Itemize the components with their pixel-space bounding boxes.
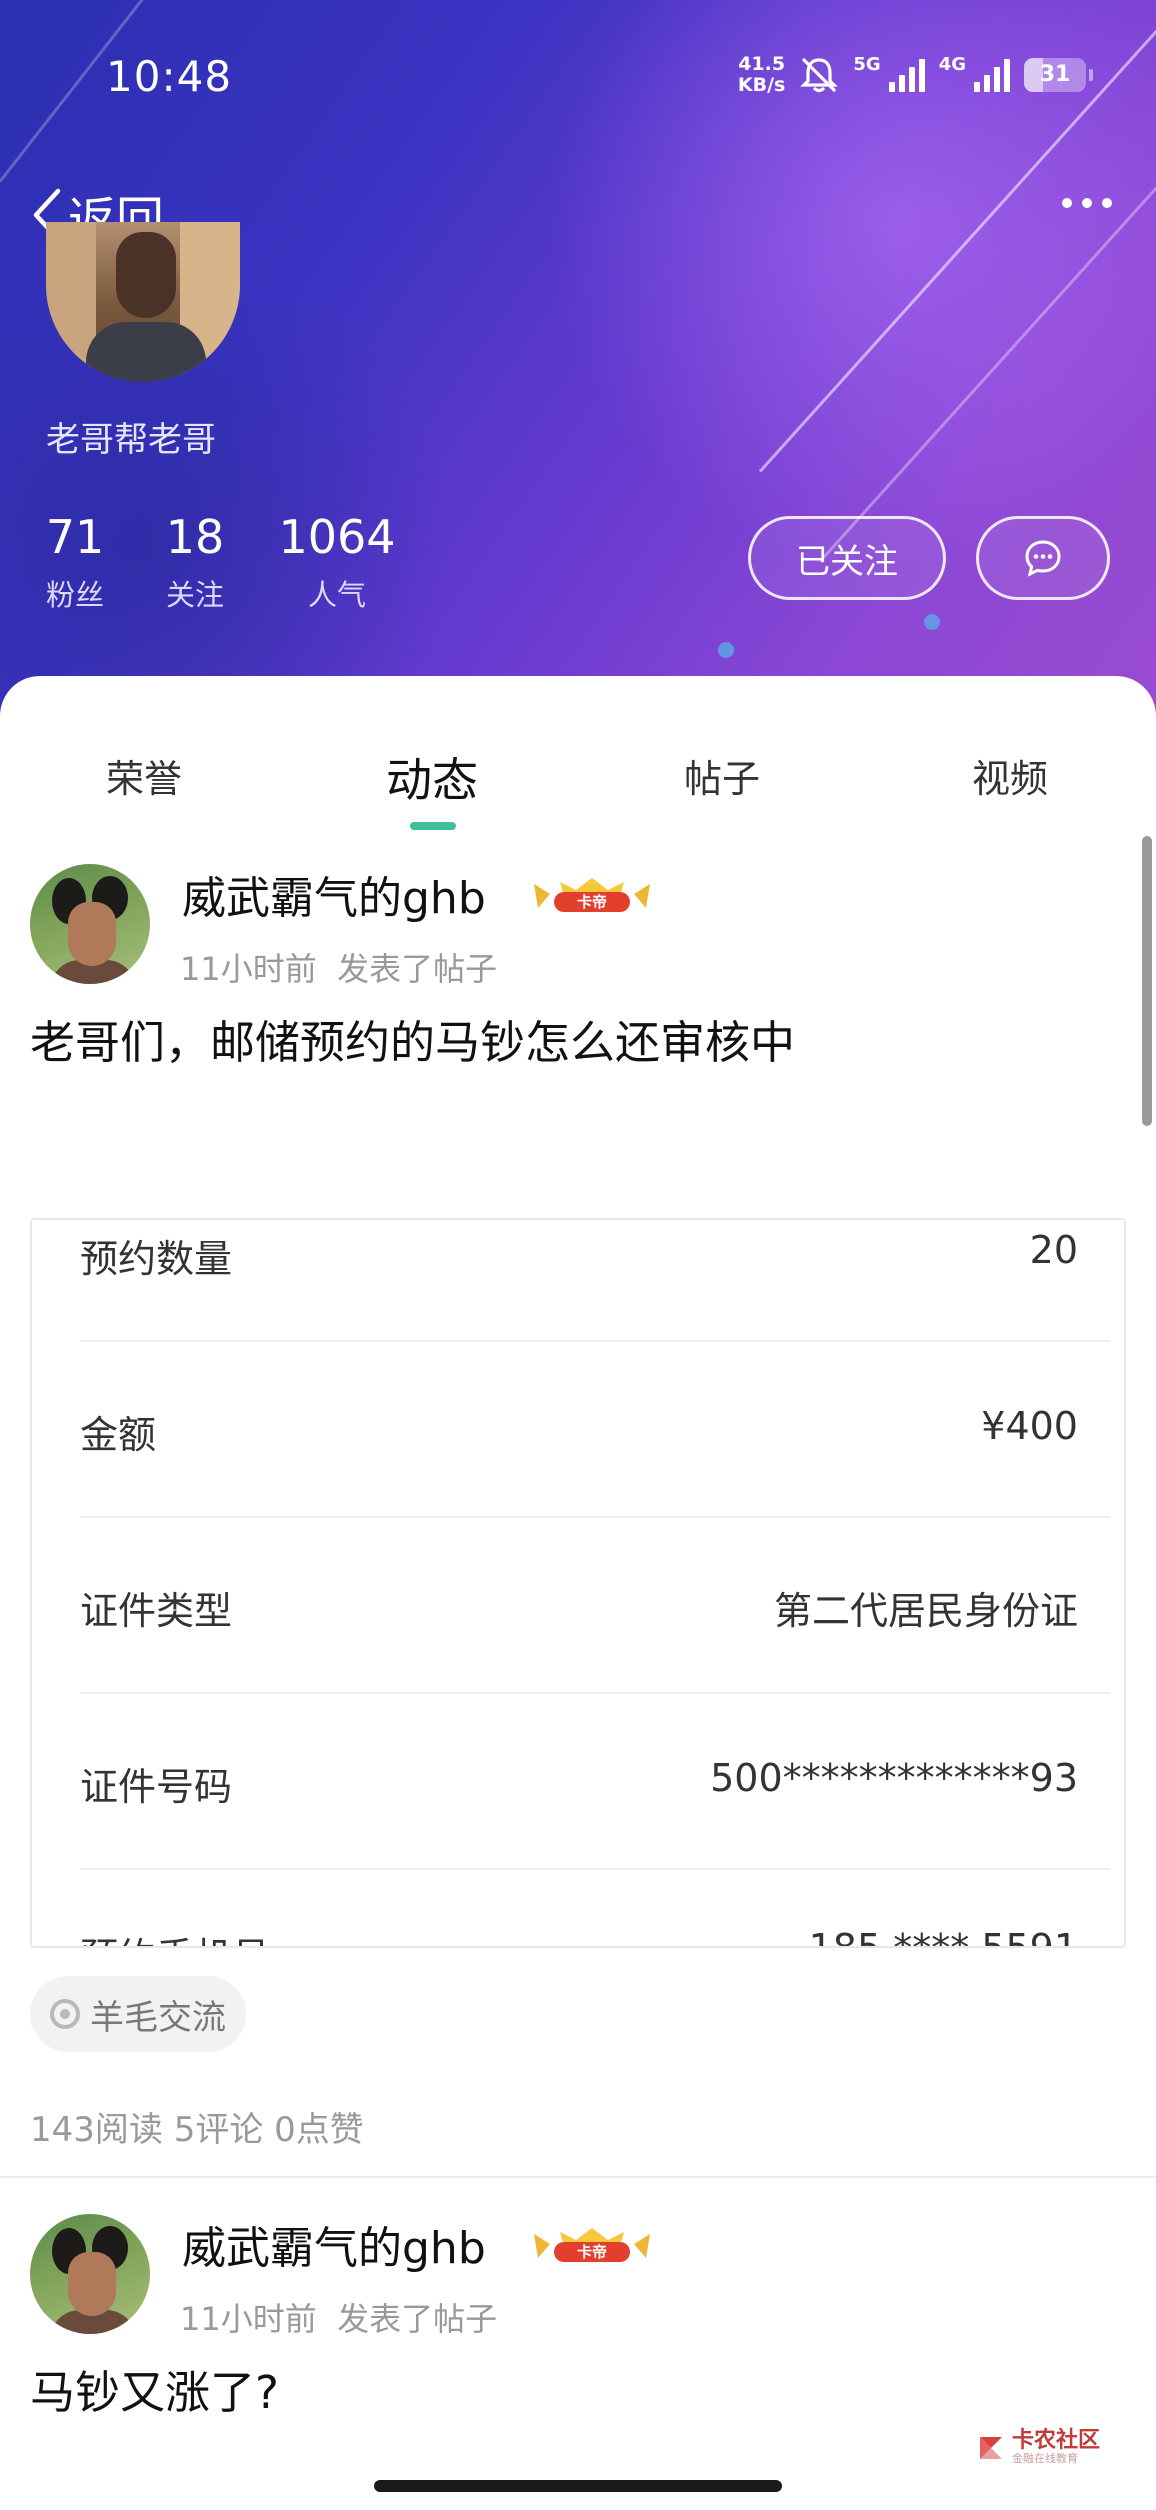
status-time: 10:48: [106, 52, 233, 101]
network-speed-unit: KB/s: [737, 74, 786, 96]
post-author-avatar[interactable]: [30, 864, 150, 984]
stat-label: 粉丝: [45, 578, 104, 612]
post-action: 发表了帖子: [337, 950, 498, 988]
more-dot-icon: [1102, 198, 1112, 208]
detail-divider: [80, 1868, 1110, 1870]
active-tab-indicator: [410, 822, 456, 830]
post-text[interactable]: 老哥们，邮储预约的马钞怎么还审核中: [30, 1006, 795, 1071]
site-watermark: 卡农社区 金融在线教育: [976, 2430, 1100, 2466]
signal-4g-icon: [974, 58, 1010, 92]
detail-value: 185 **** 5591: [808, 1926, 1078, 1948]
stat-value: 18: [165, 510, 225, 564]
stat-label: 人气: [307, 578, 366, 612]
watermark-sub: 金融在线教育: [1012, 2452, 1078, 2465]
comment-count: 5评论: [173, 2110, 264, 2150]
topic-icon: [50, 1999, 80, 2029]
banner-dot: [718, 642, 734, 658]
detail-value: ¥400: [981, 1404, 1078, 1448]
detail-value: 20: [1029, 1228, 1078, 1272]
post-author-name[interactable]: 威武霸气的ghb: [182, 862, 486, 926]
detail-value: 第二代居民身份证: [773, 1589, 1078, 1633]
card-logo-icon: [980, 2437, 1002, 2459]
more-dot-icon: [1082, 198, 1092, 208]
stat-following[interactable]: 18 关注: [154, 510, 236, 614]
scrollbar[interactable]: [1142, 836, 1152, 1126]
more-dot-icon: [1062, 198, 1072, 208]
message-button[interactable]: [976, 516, 1110, 600]
detail-value: 500*************93: [710, 1756, 1078, 1800]
profile-username: 老哥帮老哥: [46, 420, 216, 460]
crown-badge-icon: 卡帝: [534, 2228, 650, 2262]
home-indicator[interactable]: [374, 2480, 782, 2492]
post-text[interactable]: 马钞又涨了?: [30, 2356, 279, 2421]
status-icons: 41.5 KB/s 5G 4G 31: [738, 54, 1093, 96]
post-image-card[interactable]: 预约数量 20 金额 ¥400 证件类型 第二代居民身份证 证件号码 500**…: [30, 1218, 1126, 1948]
post-author-avatar[interactable]: [30, 2214, 150, 2334]
detail-divider: [80, 1516, 1110, 1518]
battery-level: 31: [1039, 62, 1071, 87]
detail-label: 预约数量: [80, 1237, 233, 1281]
detail-label: 预约手机号: [80, 1926, 270, 1946]
chat-bubble-icon: [1025, 540, 1061, 577]
banner-dot: [924, 614, 940, 630]
network-speed: 41.5 KB/s: [738, 54, 785, 96]
network-speed-value: 41.5: [738, 53, 786, 75]
read-count: 143阅读: [30, 2110, 163, 2150]
stat-followers[interactable]: 71 粉丝: [34, 510, 116, 614]
crown-badge-icon: 卡帝: [534, 878, 650, 912]
detail-label: 证件号码: [80, 1765, 233, 1809]
stat-value: 1064: [278, 510, 396, 564]
detail-divider: [80, 1340, 1110, 1342]
stat-value: 71: [45, 510, 105, 564]
signal-5g-icon: [888, 58, 925, 92]
profile-header-banner: 10:48 41.5 KB/s 5G 4G 31 返回 老哥帮老哥 71 粉丝 …: [0, 0, 1156, 720]
like-count: 0点赞: [274, 2110, 364, 2150]
post-divider: [0, 2176, 1156, 2178]
detail-label: 证件类型: [80, 1589, 233, 1633]
tab-posts[interactable]: 帖子: [684, 748, 760, 803]
tab-videos[interactable]: 视频: [972, 748, 1048, 803]
detail-label: 金额: [80, 1413, 157, 1457]
post-author-name[interactable]: 威武霸气的ghb: [182, 2212, 486, 2276]
stat-popularity: 1064 人气: [270, 510, 404, 614]
detail-divider: [80, 1692, 1110, 1694]
topic-tag[interactable]: 羊毛交流: [30, 1976, 246, 2052]
post-time: 11小时前: [180, 950, 317, 988]
post-stats: 143阅读 5评论 0点赞: [30, 2102, 364, 2151]
topic-label: 羊毛交流: [90, 1997, 226, 2038]
watermark-name: 卡农社区: [1012, 2428, 1101, 2453]
tab-activity[interactable]: 动态: [386, 744, 478, 810]
tab-honors[interactable]: 荣誉: [106, 748, 182, 803]
network-type-4g: 4G: [938, 54, 966, 75]
post-meta: 11小时前 发表了帖子: [180, 944, 497, 990]
network-type-5g: 5G: [853, 54, 881, 75]
stat-label: 关注: [165, 578, 224, 612]
post-time: 11小时前: [180, 2300, 317, 2338]
badge-text: 卡帝: [577, 2243, 607, 2261]
mute-bell-icon: [800, 57, 839, 93]
post-meta: 11小时前 发表了帖子: [180, 2294, 497, 2340]
badge-text: 卡帝: [577, 893, 607, 911]
profile-tabs: 荣誉 动态 帖子 视频: [0, 676, 1156, 836]
profile-avatar[interactable]: [46, 222, 240, 382]
post-action: 发表了帖子: [337, 2300, 498, 2338]
followed-button[interactable]: 已关注: [748, 516, 946, 600]
more-options-button[interactable]: [1062, 198, 1112, 208]
battery-icon: 31: [1024, 58, 1093, 92]
